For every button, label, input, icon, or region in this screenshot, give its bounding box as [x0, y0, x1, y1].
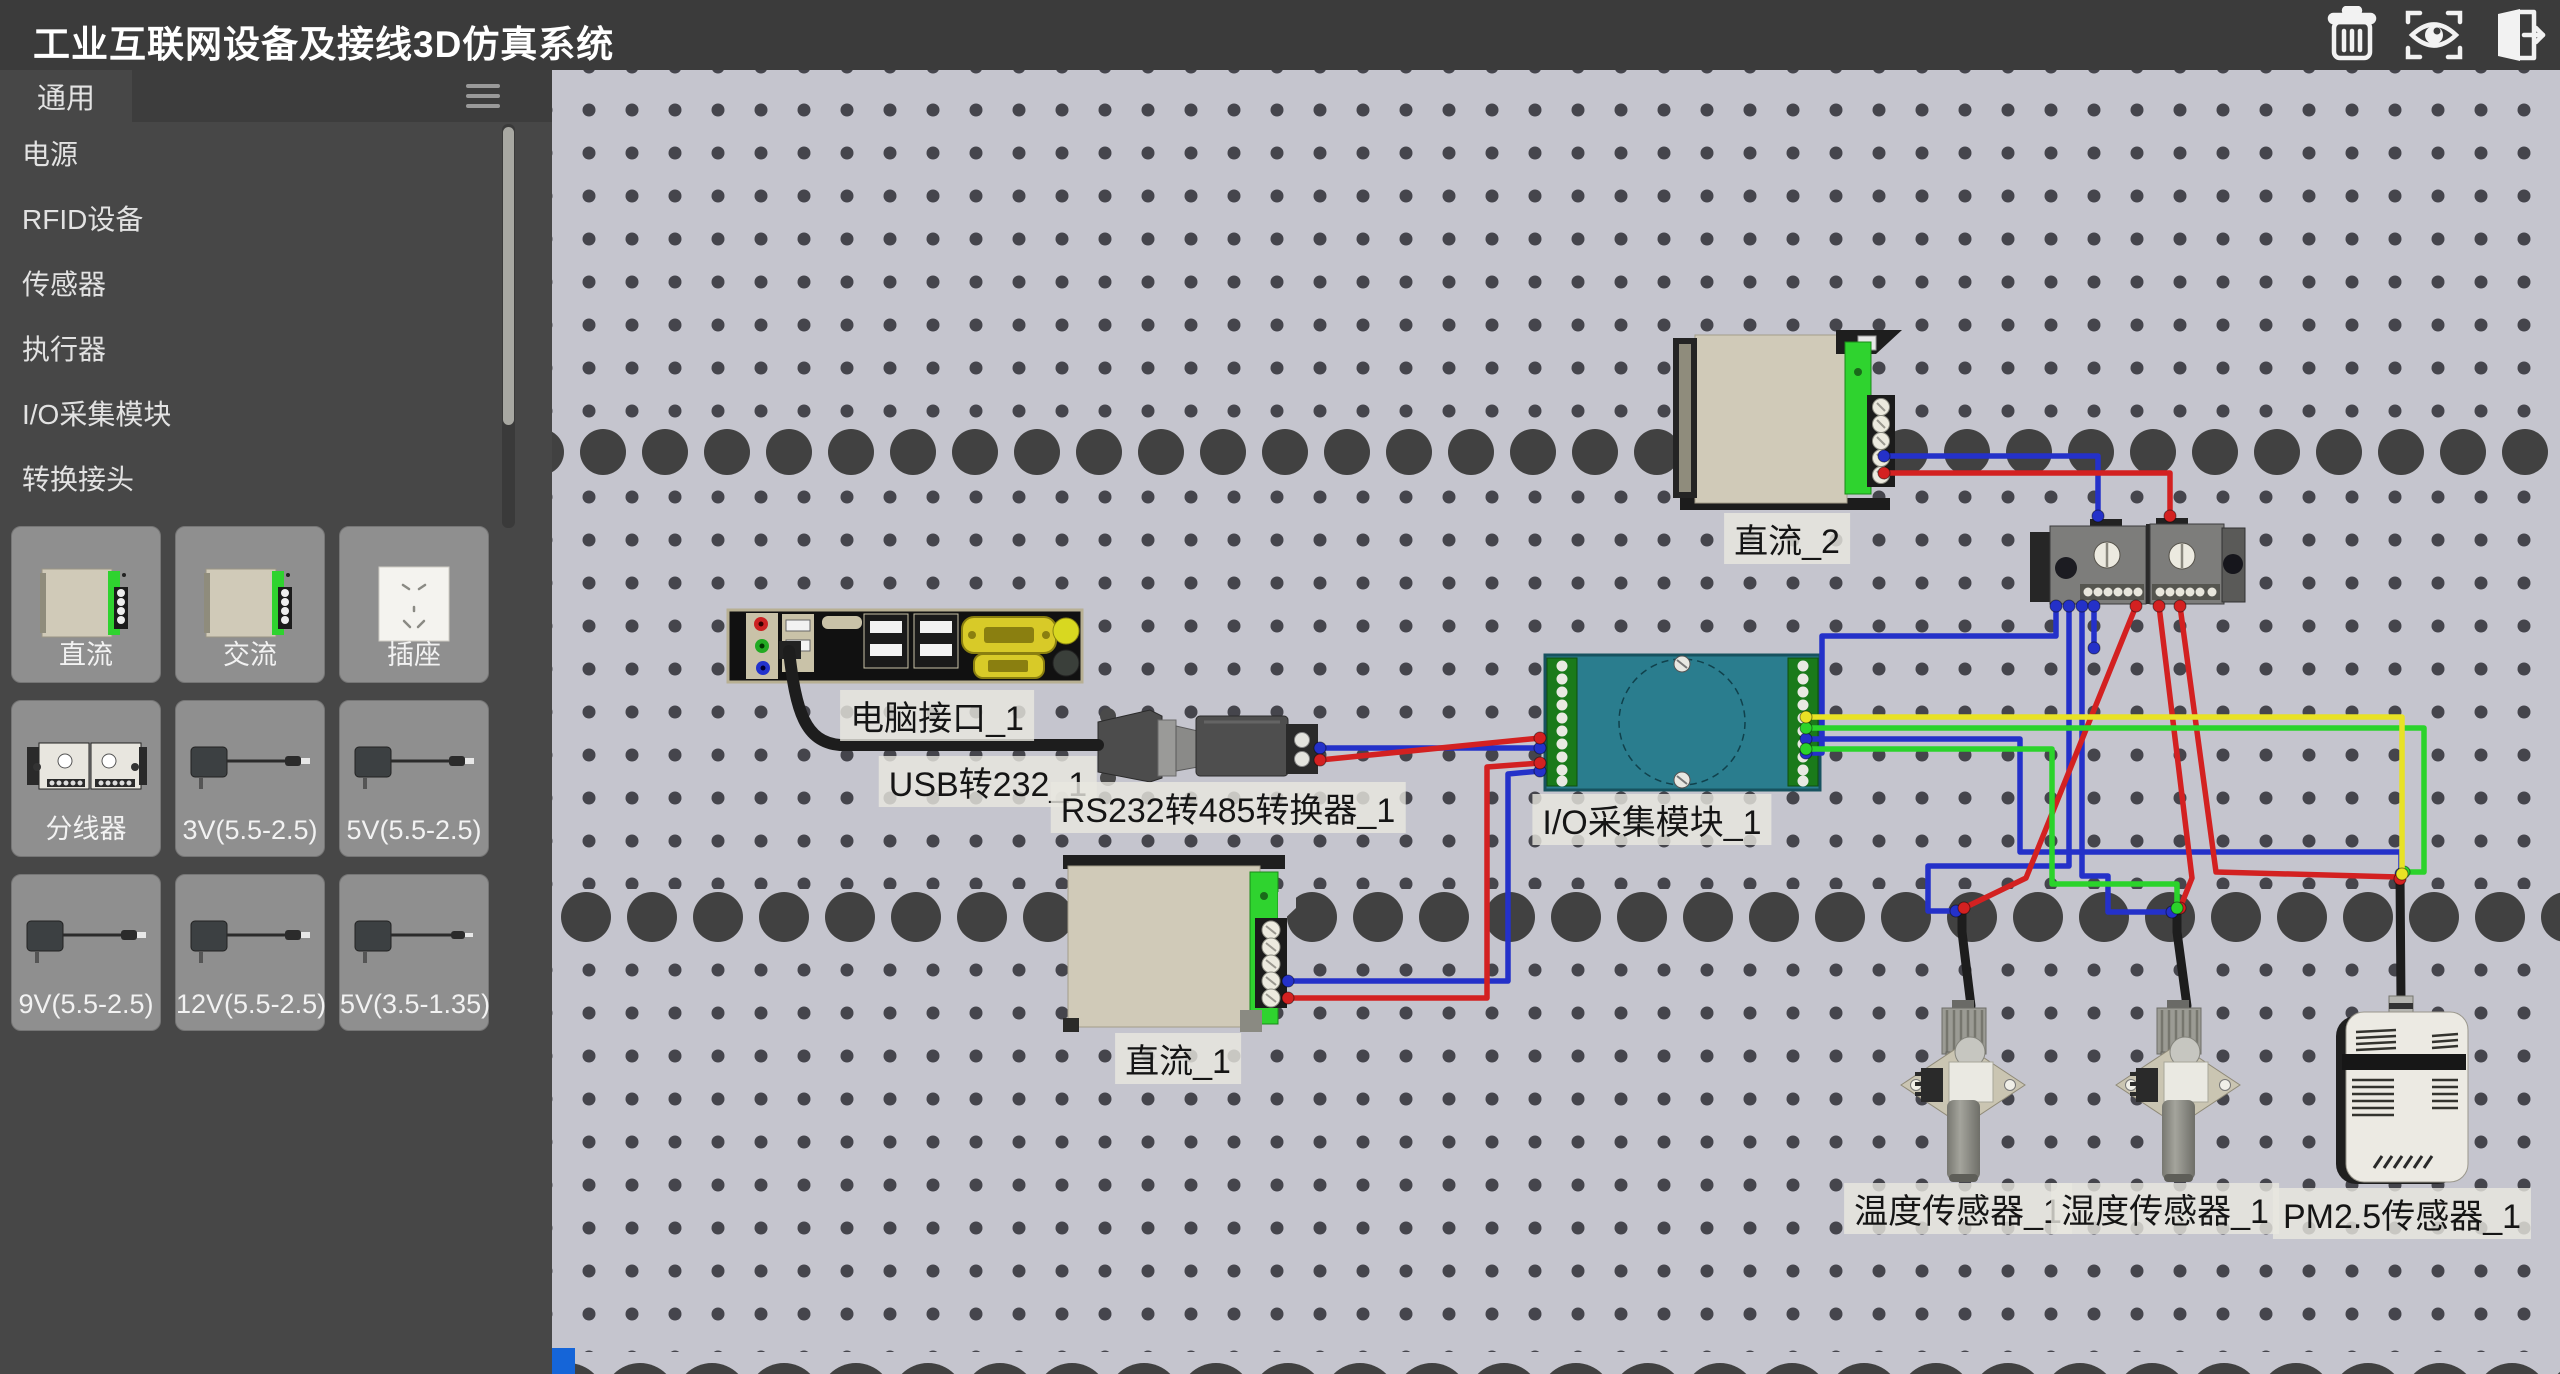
- wire-terminal: [2396, 868, 2408, 880]
- wire-terminal: [2174, 600, 2186, 612]
- category-item-sensor[interactable]: 传感器: [0, 252, 500, 317]
- adapter-thumb: [23, 913, 149, 973]
- device-dc2[interactable]: [1673, 330, 1902, 510]
- scrollbar-thumb[interactable]: [503, 127, 514, 425]
- wire-terminal: [1282, 992, 1294, 1004]
- category-item-actuator[interactable]: 执行器: [0, 317, 500, 382]
- device-label: 直流_2: [1724, 513, 1850, 564]
- category-item-io[interactable]: I/O采集模块: [0, 382, 500, 447]
- wire-terminal: [1534, 732, 1546, 744]
- wire-terminal: [1314, 742, 1326, 754]
- wire-terminal: [1800, 711, 1812, 723]
- device-label: PM2.5传感器_1: [2273, 1188, 2531, 1239]
- device-label: 直流_1: [1115, 1033, 1241, 1084]
- palette-item-5v-slim[interactable]: 5V(3.5-1.35): [339, 874, 489, 1031]
- wire-terminal: [2076, 600, 2088, 612]
- adapter-thumb: [351, 739, 477, 799]
- device-label: 温度传感器_1: [1844, 1183, 2072, 1234]
- trash-icon[interactable]: [2322, 6, 2382, 64]
- tab-general[interactable]: 通用: [0, 70, 132, 122]
- device-label: 电脑接口_1: [840, 690, 1034, 741]
- splitter-thumb: [25, 739, 147, 795]
- socket-thumb: [377, 565, 451, 643]
- adapter-thumb: [187, 739, 313, 799]
- wire-terminal: [2050, 600, 2062, 612]
- wire-terminal: [1534, 757, 1546, 769]
- palette-item-3v[interactable]: 3V(5.5-2.5): [175, 700, 325, 857]
- category-item-rfid[interactable]: RFID设备: [0, 187, 500, 252]
- wire-terminal: [1800, 722, 1812, 734]
- sidebar-scrollbar[interactable]: [502, 124, 515, 528]
- palette-item-socket[interactable]: 插座: [339, 526, 489, 683]
- category-list: 电源 RFID设备 传感器 执行器 I/O采集模块 转换接头: [0, 122, 500, 512]
- wire-terminal: [2088, 642, 2100, 654]
- wire-terminal: [1282, 975, 1294, 987]
- wire-terminal: [2171, 902, 2183, 914]
- wire-terminal: [2063, 600, 2075, 612]
- wire-terminal: [1800, 743, 1812, 755]
- device-label: 湿度传感器_1: [2051, 1183, 2279, 1234]
- wire-terminal: [2088, 600, 2100, 612]
- device-io1[interactable]: [1545, 655, 1820, 790]
- device-label: I/O采集模块_1: [1532, 794, 1771, 845]
- viewport-corner-marker: [552, 1348, 575, 1374]
- device-label: RS232转485转换器_1: [1051, 782, 1406, 833]
- title-bar: 工业互联网设备及接线3D仿真系统: [0, 0, 2560, 70]
- wire-terminal: [2153, 600, 2165, 612]
- device-palette: 直流 交流 插座: [11, 526, 489, 1031]
- palette-item-dc[interactable]: 直流: [11, 526, 161, 683]
- device-dc1[interactable]: [1063, 855, 1296, 1032]
- wire-terminal: [2164, 510, 2176, 522]
- wire-terminal: [2092, 510, 2104, 522]
- device-splitter1[interactable]: [2030, 518, 2245, 604]
- app-title: 工业互联网设备及接线3D仿真系统: [33, 14, 614, 68]
- wire-terminal: [1958, 902, 1970, 914]
- palette-item-9v[interactable]: 9V(5.5-2.5): [11, 874, 161, 1031]
- simulation-viewport[interactable]: 直流_2 分线器_1 电脑接口_1 USB转232_1 RS232转485转换器…: [552, 70, 2560, 1374]
- view-focus-icon[interactable]: [2404, 6, 2464, 64]
- category-item-power[interactable]: 电源: [0, 122, 500, 187]
- menu-icon[interactable]: [466, 84, 500, 110]
- adapter-thumb: [351, 913, 477, 973]
- wire-terminal: [1878, 467, 1890, 479]
- adapter-thumb: [187, 913, 313, 973]
- palette-item-5v[interactable]: 5V(5.5-2.5): [339, 700, 489, 857]
- wire-terminal: [1878, 450, 1890, 462]
- palette-item-12v[interactable]: 12V(5.5-2.5): [175, 874, 325, 1031]
- device-library-panel: 通用 电源 RFID设备 传感器 执行器 I/O采集模块 转换接头 直流: [0, 70, 552, 1374]
- exit-icon[interactable]: [2486, 6, 2546, 64]
- palette-item-splitter[interactable]: 分线器: [11, 700, 161, 857]
- device-pc1[interactable]: [728, 610, 1082, 682]
- device-rs232485[interactable]: [1098, 708, 1318, 786]
- wire-terminal: [1314, 754, 1326, 766]
- category-item-converter[interactable]: 转换接头: [0, 447, 500, 512]
- tab-bar: 通用: [0, 70, 552, 122]
- device-pm25[interactable]: [2336, 996, 2468, 1184]
- palette-item-ac[interactable]: 交流: [175, 526, 325, 683]
- wire-terminal: [2130, 600, 2142, 612]
